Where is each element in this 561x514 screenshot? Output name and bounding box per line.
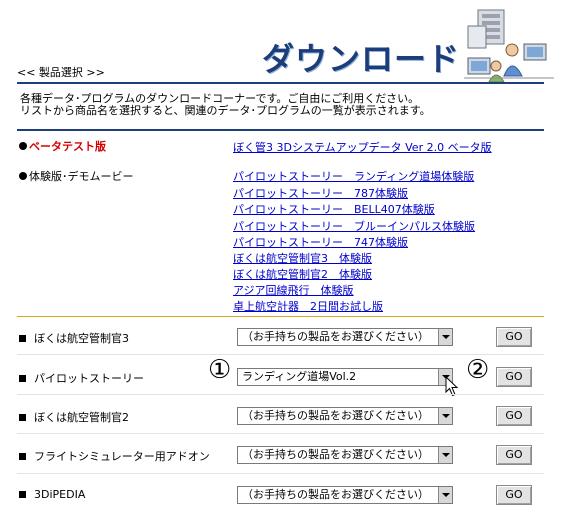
bullet-icon bbox=[19, 172, 27, 180]
product-select[interactable]: （お手持ちの製品をお選びください） bbox=[237, 486, 453, 504]
section-divider-gold bbox=[17, 316, 544, 317]
go-button[interactable]: GO bbox=[496, 485, 532, 505]
trial-section-label: 体験版･デモムービー bbox=[19, 168, 134, 184]
product-select[interactable]: （お手持ちの製品をお選びください） bbox=[237, 407, 453, 425]
product-label: 3DiPEDIA bbox=[19, 488, 85, 501]
square-bullet-icon bbox=[19, 491, 26, 498]
product-select[interactable]: （お手持ちの製品をお選びください） bbox=[237, 446, 453, 464]
row-divider bbox=[17, 433, 544, 434]
product-label: フライトシミュレーター用アドオン bbox=[19, 448, 210, 464]
intro-text: 各種データ･プログラムのダウンロードコーナーです。ご自由にご利用ください。 リス… bbox=[20, 93, 540, 117]
square-bullet-icon bbox=[19, 453, 26, 460]
go-button[interactable]: GO bbox=[496, 445, 532, 465]
square-bullet-icon bbox=[19, 375, 26, 382]
marker-one: ① bbox=[208, 355, 232, 385]
trial-link[interactable]: パイロットストーリー ランディング道場体験版 bbox=[233, 168, 474, 184]
bullet-icon bbox=[19, 142, 27, 150]
section-divider bbox=[17, 129, 544, 131]
trial-link[interactable]: パイロットストーリー BELL407体験版 bbox=[233, 201, 435, 217]
go-button[interactable]: GO bbox=[496, 406, 532, 426]
go-button[interactable]: GO bbox=[496, 327, 532, 347]
trial-link[interactable]: パイロットストーリー ブルーインパルス体験版 bbox=[233, 218, 475, 234]
product-label: パイロットストーリー bbox=[19, 370, 144, 386]
dropdown-arrow-icon[interactable] bbox=[438, 487, 452, 503]
trial-link[interactable]: ぼくは航空管制官2 体験版 bbox=[233, 266, 372, 282]
product-label: ぼくは航空管制官2 bbox=[19, 409, 129, 425]
row-divider bbox=[17, 354, 544, 355]
page-title: ダウンロード bbox=[262, 40, 461, 78]
product-select[interactable]: （お手持ちの製品をお選びください） bbox=[237, 328, 453, 346]
intro-line-2: リストから商品名を選択すると、関連のデータ･プログラムの一覧が表示されます。 bbox=[20, 104, 431, 117]
trial-link[interactable]: パイロットストーリー 747体験版 bbox=[233, 234, 408, 250]
beta-link[interactable]: ぼく管3 3Dシステムアップデータ Ver 2.0 ベータ版 bbox=[233, 139, 492, 155]
square-bullet-icon bbox=[19, 335, 26, 342]
row-divider bbox=[17, 394, 544, 395]
dropdown-arrow-icon[interactable] bbox=[438, 408, 452, 424]
product-label: ぼくは航空管制官3 bbox=[19, 330, 129, 346]
dropdown-arrow-icon[interactable] bbox=[438, 329, 452, 345]
product-select[interactable]: ランディング道場Vol.2 bbox=[237, 368, 453, 386]
office-illustration-icon bbox=[464, 9, 554, 83]
trial-link[interactable]: ぼくは航空管制官3 体験版 bbox=[233, 250, 372, 266]
go-button[interactable]: GO bbox=[496, 367, 532, 387]
marker-two: ② bbox=[466, 355, 490, 385]
breadcrumb[interactable]: << 製品選択 >> bbox=[17, 64, 105, 80]
trial-link[interactable]: アジア回線飛行 体験版 bbox=[233, 282, 354, 298]
header-divider bbox=[17, 82, 544, 84]
beta-section-label: ベータテスト版 bbox=[19, 138, 106, 154]
trial-link[interactable]: 卓上航空計器 2日間お試し版 bbox=[233, 298, 383, 314]
square-bullet-icon bbox=[19, 414, 26, 421]
dropdown-arrow-icon[interactable] bbox=[438, 447, 452, 463]
trial-link[interactable]: パイロットストーリー 787体験版 bbox=[233, 185, 408, 201]
row-divider bbox=[17, 473, 544, 474]
